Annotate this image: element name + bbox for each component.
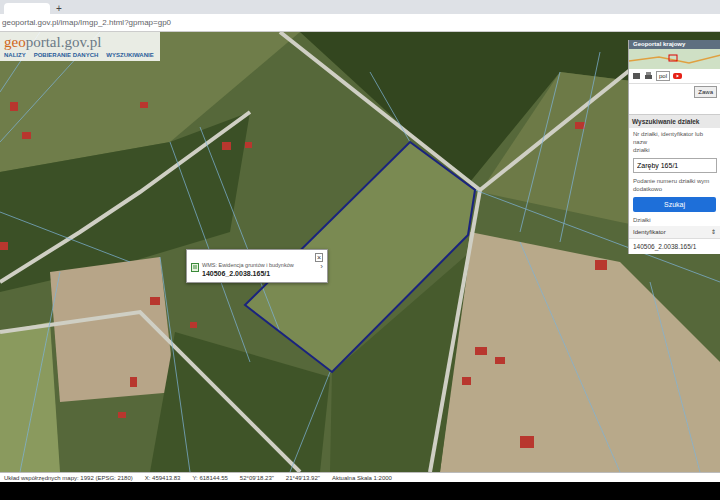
browser-tab[interactable] <box>4 3 50 14</box>
results-label: Działki <box>629 214 720 226</box>
layer-icon <box>191 263 199 272</box>
main-menu: NALIZY POBIERANIE DANYCH WYSZUKIWANIE <box>4 51 156 60</box>
menu-item[interactable]: NALIZY <box>4 51 26 60</box>
menu-item[interactable]: WYSZUKIWANIE <box>106 51 153 60</box>
toolbar: pol <box>629 69 720 84</box>
parcel-search: Wyszukiwanie działek Nr działki, identyf… <box>629 114 720 254</box>
search-input[interactable] <box>633 158 717 173</box>
language-select[interactable]: pol <box>656 71 670 81</box>
search-button[interactable]: Szukaj <box>633 197 716 212</box>
url[interactable]: geoportal.gov.pl/imap/Imgp_2.html?gpmap=… <box>2 17 171 29</box>
side-panel: Geoportal krajowy pol Zawa Wyszukiwanie … <box>628 40 720 254</box>
coord-y: Y: 618144.55 <box>192 474 227 482</box>
crs: Układ współrzędnych mapy: 1992 (EPSG: 21… <box>4 474 133 482</box>
search-hint: Nr działki, identyfikator lub nazwdziałk… <box>629 128 720 156</box>
printer-icon[interactable] <box>644 72 653 80</box>
close-button[interactable]: × <box>315 253 323 262</box>
longitude: 21°49'13.92" <box>286 474 320 482</box>
sort-icon[interactable]: ⇕ <box>711 228 716 236</box>
status-bar: Układ współrzędnych mapy: 1992 (EPSG: 21… <box>0 472 720 482</box>
youtube-icon[interactable] <box>673 72 682 80</box>
save-icon[interactable] <box>632 72 641 80</box>
result-row[interactable]: 140506_2.0038.165/1 <box>629 239 720 254</box>
menu-item[interactable]: POBIERANIE DANYCH <box>34 51 99 60</box>
scale: Aktualna Skala 1:2000 <box>332 474 392 482</box>
new-tab-button[interactable]: + <box>50 3 68 14</box>
tab-strip: + <box>0 0 720 14</box>
map[interactable]: geoportal.gov.pl NALIZY POBIERANIE DANYCH… <box>0 32 720 472</box>
search-title: Wyszukiwanie działek <box>629 115 720 128</box>
feature-popup: × WMS: Ewidencja gruntów i budynków 1405… <box>186 249 328 283</box>
next-button[interactable]: › <box>320 262 323 271</box>
address-bar[interactable]: geoportal.gov.pl/imap/Imgp_2.html?gpmap=… <box>0 14 720 32</box>
button-row: Zawa <box>629 84 720 100</box>
minimap-title: Geoportal krajowy <box>629 40 720 49</box>
results-list: 140506_2.0038.165/1 <box>629 239 720 254</box>
minimap[interactable] <box>629 49 720 69</box>
results-header[interactable]: Identyfikator⇕ <box>629 226 720 239</box>
app-header: geoportal.gov.pl NALIZY POBIERANIE DANYCH… <box>0 32 160 61</box>
aerial-map[interactable] <box>0 32 720 472</box>
parcel-id: 140506_2.0038.165/1 <box>202 269 294 278</box>
popup-title: WMS: Ewidencja gruntów i budynków <box>202 262 294 269</box>
logo[interactable]: geoportal.gov.pl <box>4 34 156 51</box>
latitude: 52°09'18.23" <box>240 474 274 482</box>
search-note: Podanie numeru działki wymdodatkowo <box>629 175 720 195</box>
collapse-button[interactable]: Zawa <box>694 86 717 98</box>
coord-x: X: 459413.83 <box>145 474 181 482</box>
